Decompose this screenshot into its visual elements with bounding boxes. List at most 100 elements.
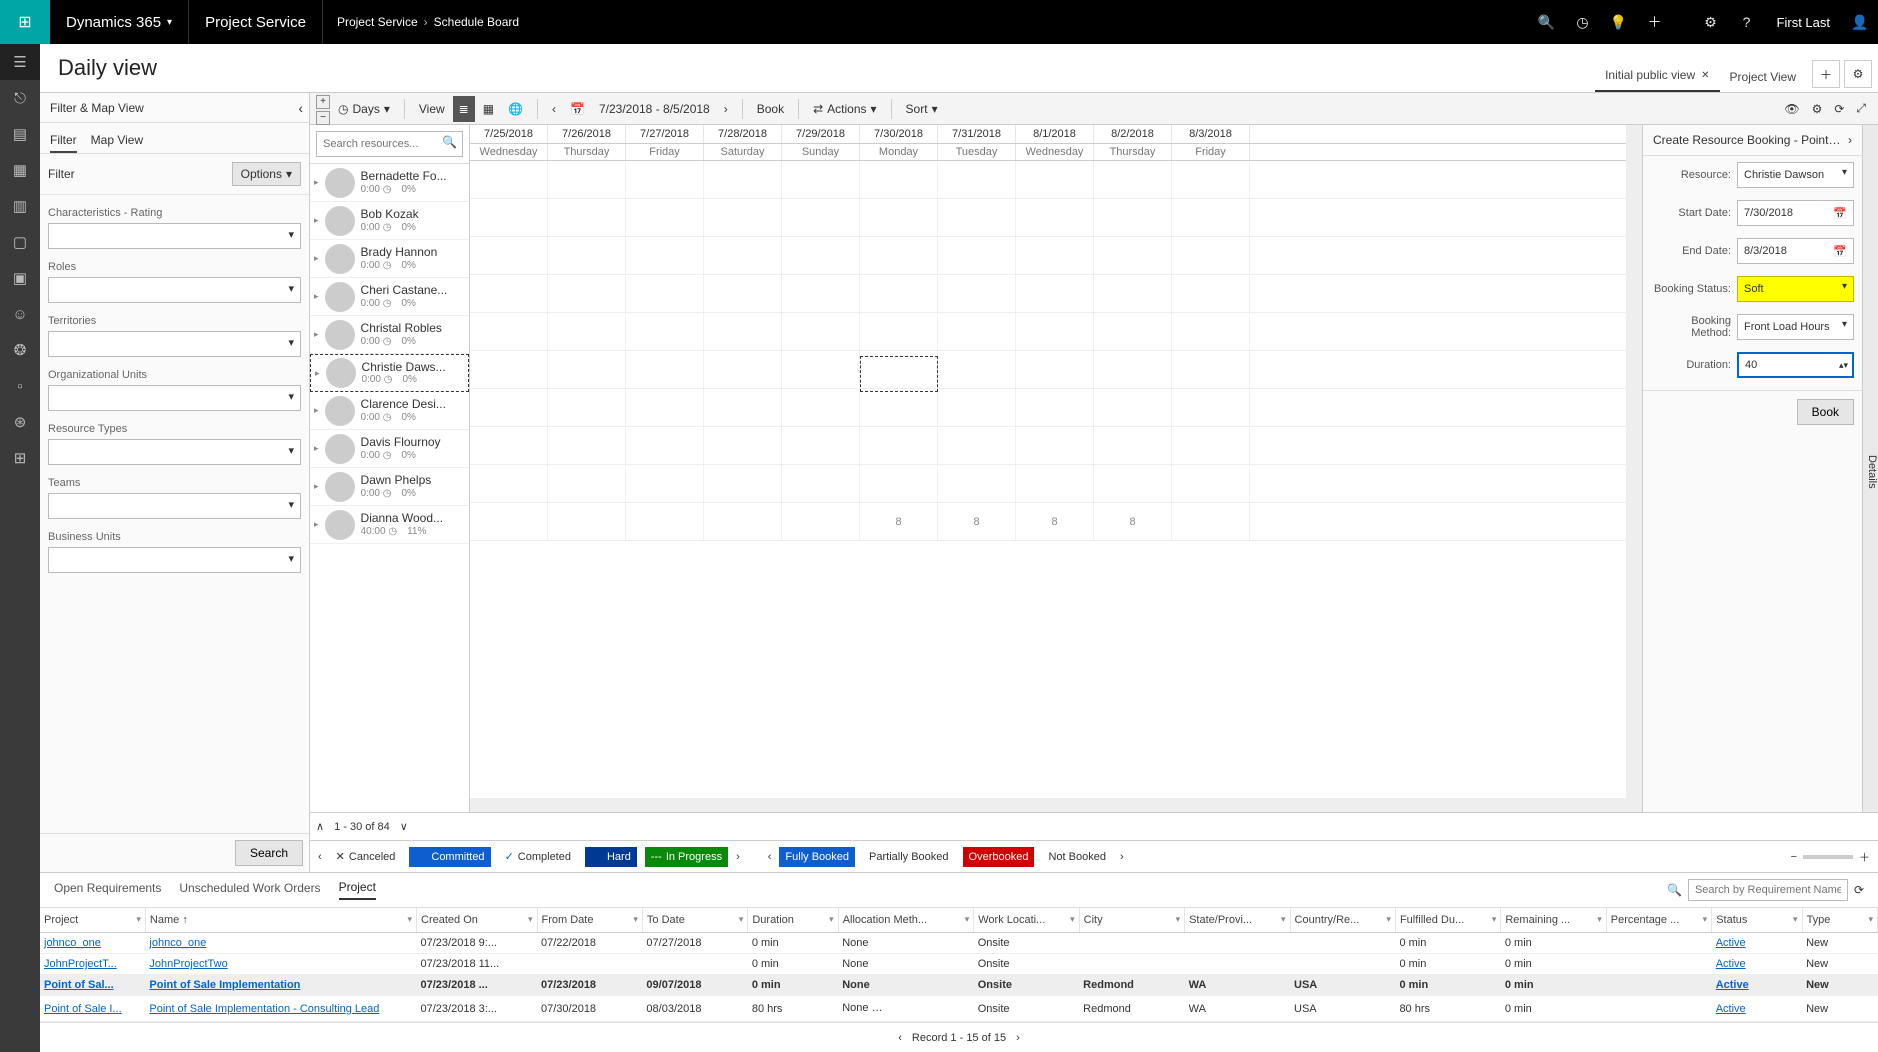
days-dropdown[interactable]: ◷ Days ▾ xyxy=(332,96,396,122)
name-link[interactable]: Point of Sale Implementation xyxy=(149,979,300,991)
calendar-cell[interactable] xyxy=(938,237,1016,274)
calendar-row[interactable]: 8888 xyxy=(470,503,1626,541)
nav-item-8[interactable]: ❂ xyxy=(0,332,40,368)
calendar-row[interactable] xyxy=(470,427,1626,465)
calendar-cell[interactable] xyxy=(1094,465,1172,502)
sort-dropdown[interactable]: Sort ▾ xyxy=(900,96,944,122)
col-created[interactable]: Created On▾ xyxy=(417,908,537,933)
characteristics-dropdown[interactable] xyxy=(48,223,301,249)
calendar-cell[interactable] xyxy=(470,389,548,426)
calendar-row[interactable] xyxy=(470,275,1626,313)
calendar-cell[interactable] xyxy=(1094,199,1172,236)
calendar-cell[interactable] xyxy=(470,199,548,236)
teams-dropdown[interactable] xyxy=(48,493,301,519)
calendar-cell[interactable] xyxy=(470,237,548,274)
nav-item-9[interactable]: ▫ xyxy=(0,368,40,404)
calendar-cell[interactable] xyxy=(938,199,1016,236)
calendar-cell[interactable] xyxy=(1172,465,1250,502)
calendar-cell[interactable] xyxy=(1094,161,1172,198)
calendar-cell[interactable] xyxy=(1172,427,1250,464)
nav-item-4[interactable]: ▥ xyxy=(0,188,40,224)
calendar-cell[interactable] xyxy=(782,161,860,198)
resource-row[interactable]: ▸Dianna Wood...40:00 ◷11% xyxy=(310,506,469,544)
resource-row[interactable]: ▸Davis Flournoy0:00 ◷0% xyxy=(310,430,469,468)
end-date-input[interactable]: 8/3/2018 xyxy=(1737,238,1854,264)
collapse-icon[interactable]: ‹ xyxy=(298,100,303,116)
app-name[interactable]: Project Service xyxy=(189,0,323,44)
calendar-cell[interactable] xyxy=(1016,237,1094,274)
col-city[interactable]: City▾ xyxy=(1079,908,1184,933)
calendar-cell[interactable] xyxy=(626,465,704,502)
calendar-cell[interactable] xyxy=(1016,161,1094,198)
name-link[interactable]: JohnProjectTwo xyxy=(149,958,227,970)
calendar-cell[interactable] xyxy=(782,313,860,350)
selected-booking-slot[interactable] xyxy=(860,356,938,392)
calendar-cell[interactable] xyxy=(1172,351,1250,388)
calendar-cell[interactable] xyxy=(782,465,860,502)
requirement-search-input[interactable] xyxy=(1688,879,1848,901)
calendar-cell[interactable] xyxy=(860,465,938,502)
name-link[interactable]: johnco_one xyxy=(149,937,206,949)
start-date-input[interactable]: 7/30/2018 xyxy=(1737,200,1854,226)
col-from[interactable]: From Date▾ xyxy=(537,908,642,933)
fullscreen-icon[interactable]: ⤢ xyxy=(1850,96,1872,122)
resource-row[interactable]: ▸Brady Hannon0:00 ◷0% xyxy=(310,240,469,278)
calendar-cell[interactable] xyxy=(1094,275,1172,312)
calendar-cell[interactable] xyxy=(704,427,782,464)
calendar-cell[interactable] xyxy=(548,465,626,502)
calendar-cell[interactable] xyxy=(860,313,938,350)
calendar-cell[interactable] xyxy=(470,313,548,350)
calendar-cell[interactable] xyxy=(626,351,704,388)
calendar-cell[interactable] xyxy=(704,199,782,236)
search-icon[interactable]: 🔍 xyxy=(442,135,457,149)
col-workloc[interactable]: Work Locati...▾ xyxy=(974,908,1079,933)
calendar-cell[interactable]: 8 xyxy=(938,503,1016,540)
calendar-cell[interactable] xyxy=(470,351,548,388)
calendar-cell[interactable] xyxy=(938,351,1016,388)
resource-row[interactable]: ▸Bob Kozak0:00 ◷0% xyxy=(310,202,469,240)
calendar-cell[interactable] xyxy=(548,161,626,198)
calendar-row[interactable] xyxy=(470,237,1626,275)
horizontal-scrollbar[interactable] xyxy=(470,798,1626,812)
resource-types-dropdown[interactable] xyxy=(48,439,301,465)
calendar-row[interactable] xyxy=(470,389,1626,427)
booking-status-dropdown[interactable]: Soft xyxy=(1737,276,1854,302)
calendar-cell[interactable] xyxy=(626,199,704,236)
nav-item-11[interactable]: ⊞ xyxy=(0,440,40,476)
status-link[interactable]: Active xyxy=(1716,1003,1746,1015)
calendar-cell[interactable] xyxy=(938,427,1016,464)
calendar-cell[interactable]: 8 xyxy=(860,503,938,540)
user-icon[interactable]: 👤 xyxy=(1842,0,1878,44)
calendar-cell[interactable] xyxy=(626,503,704,540)
tab-project[interactable]: Project xyxy=(339,880,376,900)
calendar-cell[interactable] xyxy=(782,427,860,464)
calendar-cell[interactable] xyxy=(860,237,938,274)
search-button[interactable]: Search xyxy=(235,840,303,866)
project-link[interactable]: Point of Sale I... xyxy=(44,1003,122,1015)
col-type[interactable]: Type▾ xyxy=(1802,908,1877,933)
brand[interactable]: Dynamics 365 ▾ xyxy=(50,0,189,44)
tab-map-view[interactable]: Map View xyxy=(91,129,143,153)
calendar-row[interactable] xyxy=(470,161,1626,199)
calendar-cell[interactable] xyxy=(782,389,860,426)
calendar-cell[interactable] xyxy=(626,275,704,312)
resource-row[interactable]: ▸Christal Robles0:00 ◷0% xyxy=(310,316,469,354)
page-up-icon[interactable]: ∧ xyxy=(316,820,324,833)
tab-open-requirements[interactable]: Open Requirements xyxy=(54,881,161,899)
col-duration[interactable]: Duration▾ xyxy=(748,908,838,933)
view-settings-button[interactable]: ⚙ xyxy=(1844,60,1872,88)
territories-dropdown[interactable] xyxy=(48,331,301,357)
eye-icon[interactable]: 👁 xyxy=(1778,96,1805,122)
calendar-cell[interactable] xyxy=(1016,199,1094,236)
collapse-rows-icon[interactable]: − xyxy=(316,111,330,125)
details-tab[interactable]: Details xyxy=(1862,125,1878,812)
col-project[interactable]: Project▾ xyxy=(40,908,145,933)
search-icon[interactable]: 🔍 xyxy=(1667,883,1682,897)
calendar-cell[interactable] xyxy=(548,427,626,464)
col-name[interactable]: Name ↑▾ xyxy=(145,908,416,933)
col-pct[interactable]: Percentage ...▾ xyxy=(1606,908,1711,933)
calendar-row[interactable] xyxy=(470,199,1626,237)
task-icon[interactable]: ◷ xyxy=(1565,0,1601,44)
calendar-row[interactable] xyxy=(470,465,1626,503)
calendar-cell[interactable] xyxy=(704,389,782,426)
